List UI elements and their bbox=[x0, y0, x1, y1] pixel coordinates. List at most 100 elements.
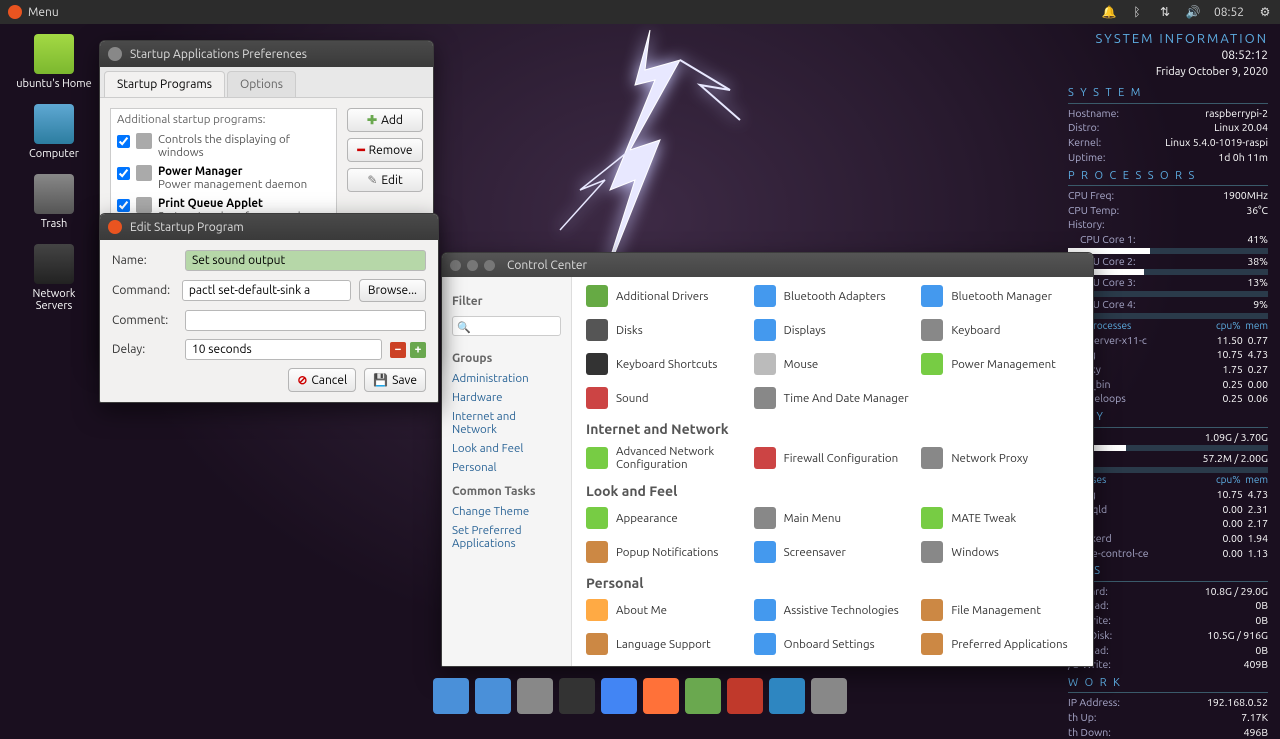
titlebar[interactable]: Startup Applications Preferences bbox=[100, 41, 433, 67]
cc-item-main-menu[interactable]: Main Menu bbox=[754, 505, 912, 531]
cc-item-label: Sound bbox=[616, 392, 649, 405]
dock-item-settings[interactable] bbox=[811, 678, 847, 714]
dock-item-terminal[interactable] bbox=[559, 678, 595, 714]
minus-icon[interactable]: − bbox=[390, 342, 406, 358]
notifications-icon[interactable]: 🔔 bbox=[1102, 5, 1116, 19]
sidebar-task[interactable]: Change Theme bbox=[452, 502, 561, 521]
dock-item-vnc[interactable] bbox=[769, 678, 805, 714]
titlebar[interactable]: Edit Startup Program bbox=[100, 214, 438, 240]
conky-row: /O Write:0B bbox=[1068, 613, 1268, 628]
cc-item-about-me[interactable]: About Me bbox=[586, 597, 744, 623]
cc-item-disks[interactable]: Disks bbox=[586, 317, 744, 343]
dock-item-software[interactable] bbox=[727, 678, 763, 714]
cc-item-popup-notifications[interactable]: Popup Notifications bbox=[586, 539, 744, 565]
cc-item-bluetooth-adapters[interactable]: Bluetooth Adapters bbox=[754, 283, 912, 309]
startup-checkbox[interactable] bbox=[117, 199, 130, 212]
volume-icon[interactable]: 🔊 bbox=[1186, 5, 1200, 19]
cc-item-displays[interactable]: Displays bbox=[754, 317, 912, 343]
startup-checkbox[interactable] bbox=[117, 135, 130, 148]
system-monitor: SYSTEM INFORMATION 08:52:12 Friday Octob… bbox=[1068, 30, 1268, 739]
startup-item[interactable]: Controls the displaying of windows bbox=[111, 130, 336, 162]
desktop-icon-trash[interactable]: Trash bbox=[14, 174, 94, 230]
startup-item[interactable]: Power ManagerPower management daemon bbox=[111, 162, 336, 194]
conky-row: SD Card:10.8G / 29.0G bbox=[1068, 584, 1268, 599]
edit-button[interactable]: ✎Edit bbox=[347, 168, 423, 192]
delay-stepper[interactable]: − + bbox=[390, 342, 426, 358]
conky-row: Kernel:Linux 5.4.0-1019-raspi bbox=[1068, 135, 1268, 150]
name-field[interactable] bbox=[185, 250, 426, 271]
dock-item-files2[interactable] bbox=[685, 678, 721, 714]
settings-icon[interactable]: ⚙ bbox=[1258, 5, 1272, 19]
cancel-button[interactable]: ⊘Cancel bbox=[288, 368, 356, 392]
desktop-icon-computer[interactable]: Computer bbox=[14, 104, 94, 160]
cc-item-sound[interactable]: Sound bbox=[586, 385, 744, 411]
cc-item-label: Bluetooth Adapters bbox=[784, 290, 886, 303]
add-button[interactable]: ✚Add bbox=[347, 108, 423, 132]
sidebar-group[interactable]: Look and Feel bbox=[452, 439, 561, 458]
desktop-icon-network-servers[interactable]: Network Servers bbox=[14, 244, 94, 312]
network-icon[interactable]: ⇅ bbox=[1158, 5, 1172, 19]
browse-button[interactable]: Browse... bbox=[359, 279, 426, 302]
cc-item-advanced-network-configuration[interactable]: Advanced Network Configuration bbox=[586, 443, 744, 473]
cc-item-network-proxy[interactable]: Network Proxy bbox=[921, 443, 1079, 473]
cc-item-keyboard[interactable]: Keyboard bbox=[921, 317, 1079, 343]
cc-item-firewall-configuration[interactable]: Firewall Configuration bbox=[754, 443, 912, 473]
cc-item-label: Preferred Applications bbox=[951, 638, 1067, 651]
delay-field[interactable]: 10 seconds bbox=[185, 339, 382, 360]
bluetooth-icon[interactable]: ᛒ bbox=[1130, 5, 1144, 19]
cc-item-screensaver[interactable]: Screensaver bbox=[754, 539, 912, 565]
cc-item-language-support[interactable]: Language Support bbox=[586, 631, 744, 657]
cc-item-power-management[interactable]: Power Management bbox=[921, 351, 1079, 377]
cc-item-icon bbox=[754, 319, 776, 341]
cc-item-onboard-settings[interactable]: Onboard Settings bbox=[754, 631, 912, 657]
cc-content[interactable]: Additional Drivers Bluetooth Adapters Bl… bbox=[572, 277, 1093, 666]
cc-item-additional-drivers[interactable]: Additional Drivers bbox=[586, 283, 744, 309]
cc-item-windows[interactable]: Windows bbox=[921, 539, 1079, 565]
cc-item-assistive-technologies[interactable]: Assistive Technologies bbox=[754, 597, 912, 623]
save-button[interactable]: 💾Save bbox=[364, 368, 426, 392]
sidebar-group[interactable]: Internet and Network bbox=[452, 407, 561, 439]
titlebar[interactable]: Control Center bbox=[442, 253, 1093, 277]
plus-icon[interactable]: + bbox=[410, 342, 426, 358]
folder-icon bbox=[34, 174, 74, 214]
sidebar-group[interactable]: Hardware bbox=[452, 388, 561, 407]
cc-item-file-management[interactable]: File Management bbox=[921, 597, 1079, 623]
maximize-icon[interactable] bbox=[484, 260, 495, 271]
dock-item-files[interactable] bbox=[433, 678, 469, 714]
dock-item-browser[interactable] bbox=[475, 678, 511, 714]
command-field[interactable] bbox=[182, 280, 351, 301]
dock-item-clock[interactable] bbox=[517, 678, 553, 714]
minimize-icon[interactable] bbox=[467, 260, 478, 271]
conky-row: /O Read:0B bbox=[1068, 598, 1268, 613]
cc-item-label: Power Management bbox=[951, 358, 1055, 371]
cc-item-startup-applications[interactable]: Startup Applications bbox=[586, 665, 744, 666]
dock-item-chrome[interactable] bbox=[601, 678, 637, 714]
sidebar-task[interactable]: Set Preferred Applications bbox=[452, 521, 561, 553]
cc-item-mate-tweak[interactable]: MATE Tweak bbox=[921, 505, 1079, 531]
cc-item-keyboard-shortcuts[interactable]: Keyboard Shortcuts bbox=[586, 351, 744, 377]
close-icon[interactable] bbox=[450, 260, 461, 271]
cc-item-mouse[interactable]: Mouse bbox=[754, 351, 912, 377]
startup-checkbox[interactable] bbox=[117, 167, 130, 180]
tab-startup-programs[interactable]: Startup Programs bbox=[104, 71, 225, 97]
remove-button[interactable]: ━Remove bbox=[347, 138, 423, 162]
panel-clock[interactable]: 08:52 bbox=[1214, 6, 1244, 19]
cc-item-label: Windows bbox=[951, 546, 999, 559]
cc-item-appearance[interactable]: Appearance bbox=[586, 505, 744, 531]
cc-item-icon bbox=[754, 507, 776, 529]
cc-item-preferred-applications[interactable]: Preferred Applications bbox=[921, 631, 1079, 657]
sidebar-group[interactable]: Administration bbox=[452, 369, 561, 388]
cc-item-icon bbox=[586, 353, 608, 375]
dock-item-firefox[interactable] bbox=[643, 678, 679, 714]
name-label: Name: bbox=[112, 254, 177, 267]
menu-button[interactable]: Menu bbox=[8, 5, 59, 19]
comment-field[interactable] bbox=[185, 310, 426, 331]
cc-item-label: Assistive Technologies bbox=[784, 604, 899, 617]
cc-item-icon bbox=[754, 353, 776, 375]
cc-item-time-and-date-manager[interactable]: Time And Date Manager bbox=[754, 385, 912, 411]
sidebar-group[interactable]: Personal bbox=[452, 458, 561, 477]
cc-item-bluetooth-manager[interactable]: Bluetooth Manager bbox=[921, 283, 1079, 309]
desktop-icon-ubuntu-s-home[interactable]: ubuntu's Home bbox=[14, 34, 94, 90]
close-dot-icon[interactable] bbox=[108, 220, 122, 234]
tab-options[interactable]: Options bbox=[227, 71, 296, 97]
